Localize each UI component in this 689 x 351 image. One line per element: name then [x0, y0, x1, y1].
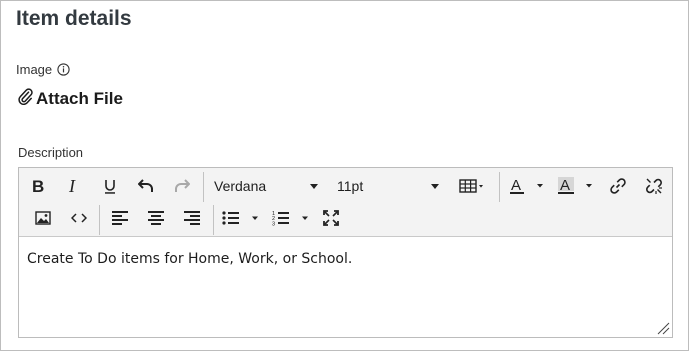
toolbar-separator [99, 205, 100, 235]
toolbar-separator [499, 172, 500, 202]
image-label-text: Image [16, 61, 53, 77]
redo-button[interactable] [171, 171, 193, 201]
highlight-color-icon: A [557, 177, 595, 195]
info-icon[interactable] [57, 62, 70, 76]
unlink-button[interactable] [642, 171, 666, 201]
undo-icon [138, 179, 154, 193]
resize-handle-icon[interactable] [657, 322, 670, 335]
bullet-list-icon [222, 211, 262, 225]
numbered-list-button[interactable]: 123 [271, 203, 313, 233]
table-button[interactable] [456, 171, 490, 201]
unlink-icon [645, 177, 663, 195]
rich-text-editor: B I Verdana 11pt A A 1 2 3 Create To Do … [18, 167, 673, 338]
redo-icon [174, 179, 190, 193]
fullscreen-icon [323, 210, 339, 226]
highlight-color-button[interactable]: A [556, 171, 596, 201]
font-size-value: 11pt [337, 178, 364, 194]
chevron-down-icon [431, 183, 439, 189]
link-button[interactable] [606, 171, 630, 201]
align-right-icon [184, 211, 200, 225]
numbered-list-icon: 123 [272, 210, 312, 226]
align-center-icon [148, 211, 164, 225]
align-center-button[interactable] [144, 203, 168, 233]
bold-icon: B [31, 178, 45, 194]
underline-icon [103, 178, 117, 195]
attach-file-label: Attach File [36, 89, 123, 108]
align-left-button[interactable] [108, 203, 132, 233]
chevron-down-icon [310, 183, 318, 189]
attach-file-button[interactable]: Attach File [18, 88, 123, 110]
italic-button[interactable]: I [63, 171, 85, 201]
bold-button[interactable]: B [27, 171, 49, 201]
svg-text:B: B [32, 178, 44, 194]
editor-toolbar: B I Verdana 11pt A A 1 2 3 [19, 168, 672, 237]
fullscreen-button[interactable] [319, 203, 343, 233]
font-family-value: Verdana [214, 178, 267, 194]
toolbar-separator [213, 205, 214, 235]
undo-button[interactable] [135, 171, 157, 201]
svg-text:A: A [560, 177, 570, 194]
bullet-list-button[interactable] [221, 203, 263, 233]
paperclip-icon [18, 88, 33, 110]
panel-title: Item details [16, 7, 132, 30]
text-color-icon: A [508, 177, 546, 195]
description-text: Create To Do items for Home, Work, or Sc… [27, 251, 353, 267]
svg-text:I: I [68, 178, 76, 194]
align-right-button[interactable] [180, 203, 204, 233]
insert-image-button[interactable] [31, 203, 55, 233]
italic-icon: I [67, 178, 81, 194]
link-icon [609, 177, 627, 195]
code-icon [71, 212, 87, 224]
editor-content-area[interactable]: Create To Do items for Home, Work, or Sc… [19, 238, 672, 338]
item-details-panel: Item details Image Attach File Descripti… [0, 0, 689, 351]
image-field-label: Image [16, 61, 70, 77]
toolbar-separator [203, 172, 204, 202]
text-color-button[interactable]: A [507, 171, 547, 201]
description-label: Description [18, 145, 84, 160]
align-left-icon [112, 211, 128, 225]
svg-text:A: A [511, 177, 521, 194]
font-size-select[interactable]: 11pt [333, 171, 443, 201]
image-icon [35, 211, 51, 225]
source-code-button[interactable] [67, 203, 91, 233]
underline-button[interactable] [99, 171, 121, 201]
font-family-select[interactable]: Verdana [210, 171, 322, 201]
table-icon [459, 179, 487, 193]
svg-text:3: 3 [272, 222, 275, 227]
